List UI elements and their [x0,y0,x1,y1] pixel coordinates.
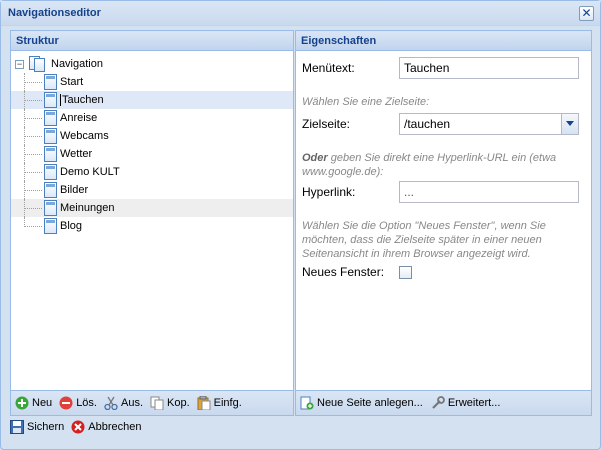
url-hint-text: geben Sie direkt eine Hyperlink-URL ein … [302,152,557,178]
hyperlink-row: Hyperlink: ... [302,181,579,203]
cut-button[interactable]: Aus. [104,396,143,411]
target-hint: Wählen Sie eine Zielseite: [302,96,430,108]
floppy-disk-icon [10,420,24,434]
tree-guide-line [25,82,42,83]
tree-item[interactable]: Webcams [11,127,293,145]
new-window-label: Neues Fenster: [302,265,385,279]
new-window-hint: Wählen Sie die Option "Neues Fenster", w… [302,220,546,260]
tree-item[interactable]: Demo KULT [11,163,293,181]
advanced-button-label: Erweitert... [447,397,501,409]
page-icon [44,218,57,234]
copy-icon [150,396,164,411]
structure-toolbar: Neu Lös. Aus. Kop. Einfg. [11,390,293,415]
properties-toolbar: Neue Seite anlegen... Erweitert... [296,390,591,415]
page-icon [44,200,57,216]
copy-button-label: Kop. [167,397,190,409]
tree-item[interactable]: Tauchen [11,91,293,109]
new-page-button-label: Neue Seite anlegen... [317,397,423,409]
cancel-icon [71,420,85,434]
properties-panel-header: Eigenschaften [296,31,591,51]
target-select-value: /tauchen [404,117,451,131]
url-hint: Oder geben Sie direkt eine Hyperlink-URL… [302,151,587,179]
target-row: Zielseite: /tauchen [302,113,579,135]
navigation-editor-window: Navigationseditor ✕ Struktur − Navigatio… [0,0,601,450]
chevron-down-icon[interactable] [561,114,578,134]
dialog-button-bar: Sichern Abbrechen [10,420,149,434]
delete-button[interactable]: Lös. [59,396,97,410]
tree-guide-line [25,154,42,155]
structure-panel: Struktur − Navigation Start Tauchen Anreis… [10,30,294,416]
advanced-button[interactable]: Erweitert... [431,396,501,410]
tree-item-label: Wetter [60,148,93,160]
tree-item-label: Start [60,76,84,88]
cancel-button[interactable]: Abbrechen [71,420,142,434]
tree-item[interactable]: Anreise [11,109,293,127]
scissors-icon [104,396,118,411]
copy-button[interactable]: Kop. [150,396,190,411]
tree-item-label: Tauchen [60,94,104,106]
tree-item[interactable]: Meinungen [11,199,293,217]
page-icon [44,182,57,198]
tree-item-label: Meinungen [60,202,115,214]
collapse-icon[interactable]: − [15,59,24,69]
tree-item-label: Demo KULT [60,166,120,178]
delete-button-label: Lös. [76,397,97,409]
save-button-label: Sichern [27,421,65,433]
window-title: Navigationseditor [8,7,101,19]
page-icon [44,74,57,90]
properties-panel: Eigenschaften Menütext: Tauchen Wählen S… [295,30,592,416]
new-page-button[interactable]: Neue Seite anlegen... [300,396,423,410]
paste-button[interactable]: Einfg. [197,395,242,411]
page-icon [44,146,57,162]
hyperlink-label: Hyperlink: [302,185,356,199]
tree-item-label: Blog [60,220,83,232]
cancel-button-label: Abbrechen [88,421,142,433]
new-button-label: Neu [32,397,53,409]
tree-guide-line [25,136,42,137]
menutext-label: Menütext: [302,61,355,75]
target-label: Zielseite: [302,117,351,131]
tree-root-label: Navigation [51,58,103,70]
tree-guide-line [25,208,42,209]
cut-button-label: Aus. [120,397,143,409]
tree-guide-line [25,226,42,227]
target-select[interactable]: /tauchen [399,113,579,135]
navigation-tree: − Navigation Start Tauchen Anreise Webcams W… [11,51,293,235]
save-button[interactable]: Sichern [10,420,64,434]
page-icon [44,164,57,180]
new-window-checkbox[interactable] [399,265,412,279]
structure-panel-header: Struktur [11,31,293,51]
paste-button-label: Einfg. [213,397,242,409]
add-icon [15,396,29,410]
menutext-input[interactable]: Tauchen [399,57,579,79]
tree-guide-line [25,172,42,173]
page-icon [44,128,57,144]
tree-item-label: Bilder [60,184,89,196]
tree-item[interactable]: Wetter [11,145,293,163]
tree-item[interactable]: Bilder [11,181,293,199]
tree-item[interactable]: Blog [11,217,293,235]
hyperlink-input[interactable]: ... [399,181,579,203]
tree-item-label: Webcams [60,130,109,142]
window-titlebar[interactable]: Navigationseditor ✕ [1,1,600,26]
tree-guide-line [25,100,42,101]
page-icon [44,92,57,108]
delete-icon [59,396,73,410]
tree-item[interactable]: Start [11,73,293,91]
tree-item-label: Anreise [60,112,98,124]
tree-guide-line [25,190,42,191]
wrench-icon [431,396,445,410]
close-button[interactable]: ✕ [579,6,594,21]
url-hint-bold: Oder [302,152,328,164]
new-window-row: Neues Fenster: [302,265,412,279]
paste-icon [197,395,211,411]
menutext-row: Menütext: Tauchen [302,57,579,79]
pages-icon [26,56,48,72]
tree-root-node[interactable]: − Navigation [11,55,293,73]
tree-guide-line [25,118,42,119]
page-icon [44,110,57,126]
new-button[interactable]: Neu [15,396,52,410]
new-page-icon [300,396,314,410]
